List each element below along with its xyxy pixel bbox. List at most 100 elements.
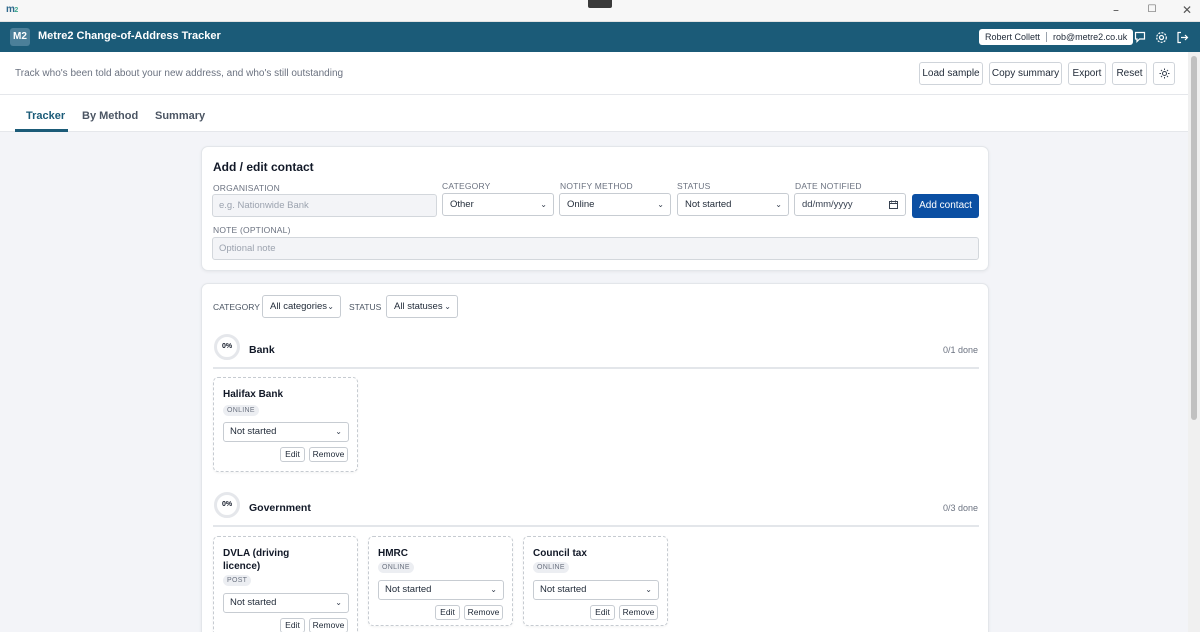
organisation-label: ORGANISATION	[213, 183, 280, 193]
tab-by-method[interactable]: By Method	[82, 110, 138, 122]
add-contact-button[interactable]: Add contact	[912, 194, 979, 218]
chevron-down-icon: ⌄	[335, 427, 342, 436]
filter-category-label: CATEGORY	[213, 302, 260, 312]
category-label: CATEGORY	[442, 181, 491, 191]
method-badge: ONLINE	[378, 562, 414, 573]
contact-name: DVLA (driving licence)	[223, 548, 290, 572]
app-title: Metre2 Change-of-Address Tracker	[38, 30, 221, 42]
tagline: Track who's been told about your new add…	[15, 68, 344, 79]
chevron-down-icon: ⌄	[335, 598, 342, 607]
contacts-card: CATEGORY All categories ⌄ STATUS All stat…	[201, 283, 989, 632]
minimize-icon[interactable]: –	[1109, 3, 1123, 17]
method-value: Online	[567, 199, 595, 210]
window-title-bar: m2 – ☐ ✕	[0, 0, 1200, 22]
organisation-input[interactable]: e.g. Nationwide Bank	[212, 194, 437, 217]
chevron-down-icon: ⌄	[657, 200, 664, 209]
group-divider	[213, 367, 979, 369]
contact-name: HMRC	[378, 548, 408, 559]
contact-name: Council tax	[533, 548, 587, 559]
filter-status-label: STATUS	[349, 302, 382, 312]
category-value: Other	[450, 199, 474, 210]
method-badge: ONLINE	[533, 562, 569, 573]
user-pill[interactable]: Robert Collett rob@metre2.co.uk	[979, 29, 1134, 45]
remove-button[interactable]: Remove	[464, 605, 503, 620]
maximize-icon[interactable]: ☐	[1145, 3, 1159, 17]
app-logo: m2	[6, 4, 18, 15]
filter-status-value: All statuses	[394, 301, 443, 312]
status-label: STATUS	[677, 181, 711, 191]
copy-summary-button[interactable]: Copy summary	[989, 62, 1062, 85]
contact-status-select[interactable]: Not started ⌄	[223, 422, 349, 442]
edit-button[interactable]: Edit	[590, 605, 615, 620]
date-placeholder: dd/mm/yyyy	[802, 199, 853, 210]
tab-summary[interactable]: Summary	[155, 110, 205, 122]
chevron-down-icon: ⌄	[540, 200, 547, 209]
filter-category-select[interactable]: All categories ⌄	[262, 295, 341, 318]
category-select[interactable]: Other ⌄	[442, 193, 554, 216]
form-title: Add / edit contact	[213, 160, 314, 174]
group-divider	[213, 525, 979, 527]
contact-name: Halifax Bank	[223, 389, 284, 400]
contact-status-value: Not started	[385, 584, 432, 595]
export-button[interactable]: Export	[1068, 62, 1106, 85]
group-name: Bank	[249, 344, 275, 356]
drag-handle[interactable]	[588, 0, 612, 8]
contact-card[interactable]: DVLA (driving licence) POST Not started ⌄…	[213, 536, 358, 632]
remove-button[interactable]: Remove	[619, 605, 658, 620]
edit-button[interactable]: Edit	[435, 605, 460, 620]
close-icon[interactable]: ✕	[1180, 3, 1194, 17]
add-contact-card: Add / edit contact ORGANISATION e.g. Nat…	[201, 146, 989, 271]
filter-category-value: All categories	[270, 301, 328, 312]
method-select[interactable]: Online ⌄	[559, 193, 671, 216]
tab-bar: Tracker By Method Summary	[0, 95, 1200, 132]
toolbar: Track who's been told about your new add…	[0, 52, 1200, 95]
app-header: M2 Metre2 Change-of-Address Tracker Robe…	[0, 22, 1200, 52]
logout-icon[interactable]	[1174, 29, 1190, 45]
progress-ring: 0%	[214, 492, 240, 518]
date-input[interactable]: dd/mm/yyyy	[794, 193, 906, 216]
note-label: NOTE (OPTIONAL)	[213, 225, 291, 235]
user-email: rob@metre2.co.uk	[1053, 32, 1128, 42]
contact-card[interactable]: Council tax ONLINE Not started ⌄ Edit Rem…	[523, 536, 668, 626]
user-name: Robert Collett	[985, 32, 1041, 42]
settings-icon[interactable]	[1153, 29, 1169, 45]
remove-button[interactable]: Remove	[309, 618, 348, 632]
contact-card[interactable]: HMRC ONLINE Not started ⌄ Edit Remove	[368, 536, 513, 626]
contact-status-value: Not started	[230, 426, 277, 437]
note-input[interactable]: Optional note	[212, 237, 979, 260]
scrollbar-thumb[interactable]	[1191, 56, 1197, 420]
status-value: Not started	[685, 199, 732, 210]
contact-status-select[interactable]: Not started ⌄	[533, 580, 659, 600]
reset-button[interactable]: Reset	[1112, 62, 1147, 85]
contact-status-select[interactable]: Not started ⌄	[378, 580, 504, 600]
group-name: Government	[249, 502, 311, 514]
remove-button[interactable]: Remove	[309, 447, 348, 462]
chevron-down-icon: ⌄	[444, 302, 451, 311]
filter-status-select[interactable]: All statuses ⌄	[386, 295, 458, 318]
contact-card[interactable]: Halifax Bank ONLINE Not started ⌄ Edit Re…	[213, 377, 358, 472]
chevron-down-icon: ⌄	[327, 302, 334, 311]
pill-divider	[1046, 32, 1048, 42]
group-count: 0/1 done	[942, 345, 978, 355]
contact-status-select[interactable]: Not started ⌄	[223, 593, 349, 613]
date-label: DATE NOTIFIED	[795, 181, 862, 191]
edit-button[interactable]: Edit	[280, 618, 305, 632]
chevron-down-icon: ⌄	[775, 200, 782, 209]
edit-button[interactable]: Edit	[280, 447, 305, 462]
method-badge: POST	[223, 575, 252, 586]
tab-tracker[interactable]: Tracker	[26, 110, 65, 122]
group-count: 0/3 done	[942, 503, 978, 513]
chevron-down-icon: ⌄	[645, 585, 652, 594]
progress-ring: 0%	[214, 334, 240, 360]
method-label: NOTIFY METHOD	[560, 181, 633, 191]
app-badge: M2	[10, 28, 30, 46]
status-select[interactable]: Not started ⌄	[677, 193, 789, 216]
load-sample-button[interactable]: Load sample	[919, 62, 983, 85]
contact-status-value: Not started	[540, 584, 587, 595]
calendar-icon[interactable]	[889, 200, 898, 209]
sun-icon[interactable]	[1153, 62, 1175, 85]
chevron-down-icon: ⌄	[490, 585, 497, 594]
chat-icon[interactable]	[1132, 29, 1148, 45]
method-badge: ONLINE	[223, 405, 259, 416]
contact-status-value: Not started	[230, 597, 277, 608]
